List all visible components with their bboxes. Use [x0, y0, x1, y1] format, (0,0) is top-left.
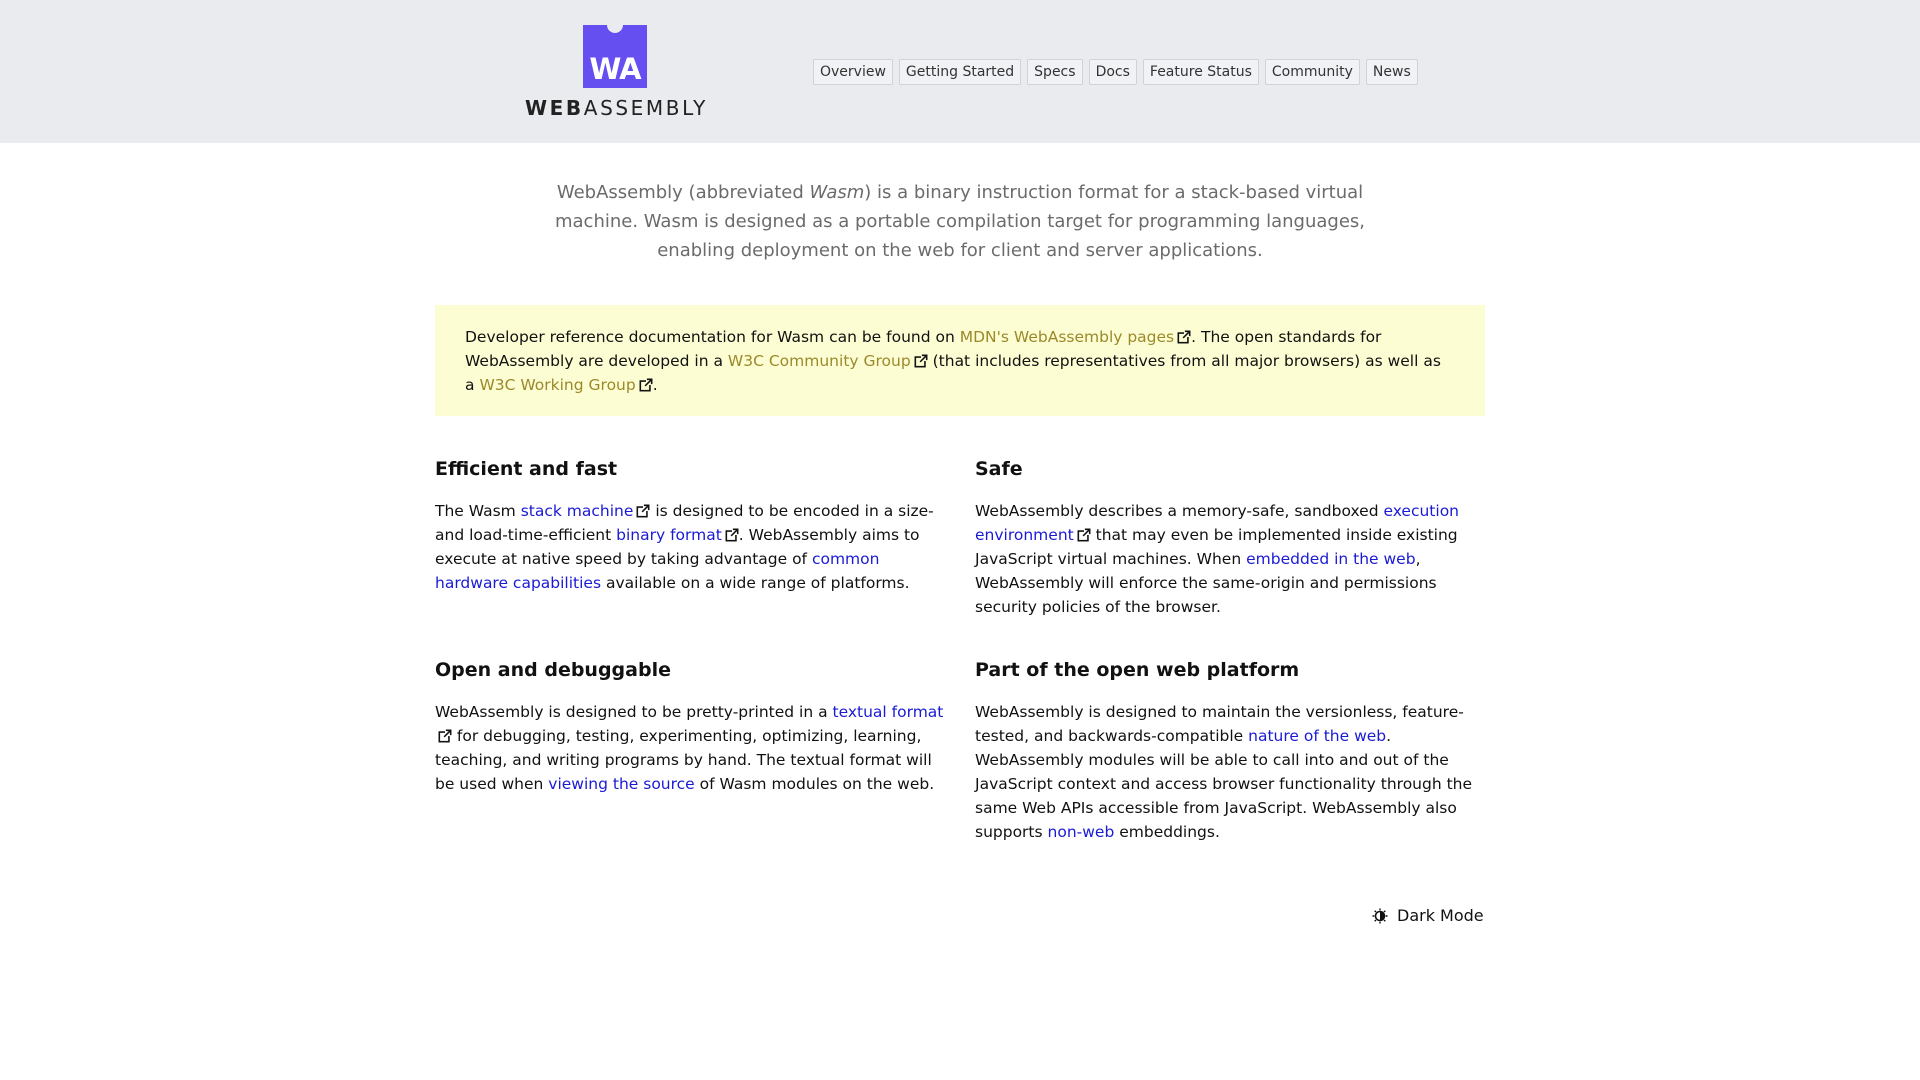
external-link-icon [1177, 330, 1192, 344]
feature-body: WebAssembly is designed to maintain the … [975, 700, 1485, 844]
link-non-web[interactable]: non-web [1048, 823, 1115, 841]
link-label: nature of the web [1248, 727, 1387, 745]
link-label: binary format [616, 526, 722, 544]
feature-body: The Wasm stack machine is designed to be… [435, 499, 945, 595]
main-nav: Overview Getting Started Specs Docs Feat… [813, 59, 1418, 85]
link-w3c-community-group[interactable]: W3C Community Group [728, 352, 911, 370]
logo-notch [607, 17, 623, 33]
feature-title: Safe [975, 458, 1023, 480]
link-viewing-the-source[interactable]: viewing the source [548, 775, 694, 793]
reference-notice: Developer reference documentation for Wa… [435, 305, 1485, 416]
link-label: embedded in the web [1246, 550, 1416, 568]
logo-mark: WA [583, 17, 647, 88]
logo-word-rest: ASSEMBLY [583, 96, 708, 120]
intro-italic: Wasm [809, 182, 865, 203]
contrast-icon [1372, 908, 1388, 923]
link-stack-machine[interactable]: stack machine [521, 502, 634, 520]
link-label: non-web [1047, 823, 1115, 841]
intro-paragraph: WebAssembly (abbreviated Wasm) is a bina… [540, 178, 1380, 265]
link-nature-of-the-web[interactable]: nature of the web [1248, 727, 1386, 745]
feature-text: of Wasm modules on the web. [694, 775, 935, 793]
link-w3c-cg-label: W3C Community Group [727, 352, 911, 370]
nav-news[interactable]: News [1365, 59, 1418, 85]
link-mdn-label: MDN's WebAssembly pages [959, 328, 1175, 346]
feature-safe: Safe WebAssembly describes a memory-safe… [975, 457, 1485, 619]
feature-text: WebAssembly is designed to be pretty-pri… [435, 703, 833, 721]
nav-community[interactable]: Community [1264, 59, 1360, 85]
external-link-icon [639, 378, 653, 392]
external-link-icon [1077, 528, 1091, 542]
feature-open-web-platform: Part of the open web platform WebAssembl… [975, 658, 1485, 844]
link-label: textual format [832, 703, 944, 721]
external-link-icon [636, 504, 651, 518]
logo-mark-text: WA [589, 52, 641, 86]
intro-text-before: WebAssembly (abbreviated [556, 182, 810, 203]
feature-title: Efficient and fast [435, 458, 618, 480]
feature-title: Part of the open web platform [975, 659, 1300, 681]
nav-feature-status[interactable]: Feature Status [1142, 59, 1259, 85]
feature-open-debuggable: Open and debuggable WebAssembly is desig… [435, 658, 945, 796]
logo-word-bold: WEB [525, 96, 584, 120]
logo-wordmark: WEBASSEMBLY [525, 96, 705, 120]
notice-text-4: . [652, 376, 658, 394]
feature-text: The Wasm [435, 502, 521, 520]
notice-text-1: Developer reference documentation for Wa… [465, 328, 960, 346]
feature-body: WebAssembly is designed to be pretty-pri… [435, 700, 945, 796]
feature-body: WebAssembly describes a memory-safe, san… [975, 499, 1485, 619]
nav-overview[interactable]: Overview [813, 59, 893, 85]
nav-specs[interactable]: Specs [1027, 59, 1083, 85]
link-label: viewing the source [548, 775, 695, 793]
link-w3c-working-group[interactable]: W3C Working Group [479, 376, 635, 394]
link-label: stack machine [520, 502, 634, 520]
feature-title: Open and debuggable [435, 659, 671, 681]
dark-mode-label: Dark Mode [1397, 906, 1484, 925]
feature-efficient: Efficient and fast The Wasm stack machin… [435, 457, 945, 595]
feature-text: embeddings. [1114, 823, 1220, 841]
feature-text: available on a wide range of platforms. [601, 574, 910, 592]
dark-mode-toggle[interactable]: Dark Mode [1372, 906, 1484, 925]
external-link-icon [725, 528, 739, 542]
nav-docs[interactable]: Docs [1088, 59, 1137, 85]
link-binary-format[interactable]: binary format [616, 526, 722, 544]
link-embedded-in-the-web[interactable]: embedded in the web [1246, 550, 1415, 568]
feature-text: WebAssembly describes a memory-safe, san… [975, 502, 1384, 520]
link-w3c-wg-label: W3C Working Group [479, 376, 636, 394]
external-link-icon [914, 354, 928, 368]
link-mdn-webassembly[interactable]: MDN's WebAssembly pages [960, 328, 1174, 346]
site-header: WA WEBASSEMBLY Overview Getting Started … [0, 0, 1920, 143]
link-textual-format[interactable]: textual format [833, 703, 944, 721]
external-link-icon [438, 729, 452, 743]
nav-getting-started[interactable]: Getting Started [898, 59, 1022, 85]
webassembly-logo[interactable]: WA WEBASSEMBLY [525, 17, 705, 120]
